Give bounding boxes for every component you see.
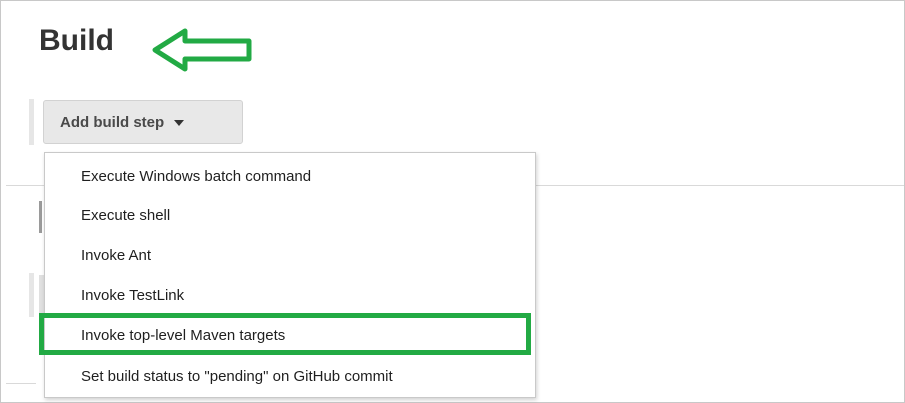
arrow-left-icon [152, 28, 252, 72]
left-gutter [29, 273, 34, 317]
build-step-dropdown-menu: Execute Windows batch command Execute sh… [44, 152, 536, 398]
add-build-step-button[interactable]: Add build step [43, 100, 243, 144]
menu-item-execute-windows-batch[interactable]: Execute Windows batch command [81, 165, 311, 189]
menu-item-invoke-maven-targets[interactable]: Invoke top-level Maven targets [81, 324, 285, 348]
page-title: Build [39, 24, 114, 57]
partial-row-marker [39, 201, 42, 233]
chevron-down-icon [174, 120, 185, 126]
menu-item-execute-shell[interactable]: Execute shell [81, 204, 170, 228]
bottom-divider [6, 383, 36, 384]
left-gutter [29, 99, 34, 145]
menu-item-invoke-testlink[interactable]: Invoke TestLink [81, 284, 184, 308]
menu-item-invoke-ant[interactable]: Invoke Ant [81, 244, 151, 268]
add-build-step-label: Add build step [60, 113, 165, 131]
build-section-panel: Build Add build step Execute Windows bat… [0, 0, 905, 403]
menu-item-set-build-status-pending[interactable]: Set build status to "pending" on GitHub … [81, 365, 393, 389]
